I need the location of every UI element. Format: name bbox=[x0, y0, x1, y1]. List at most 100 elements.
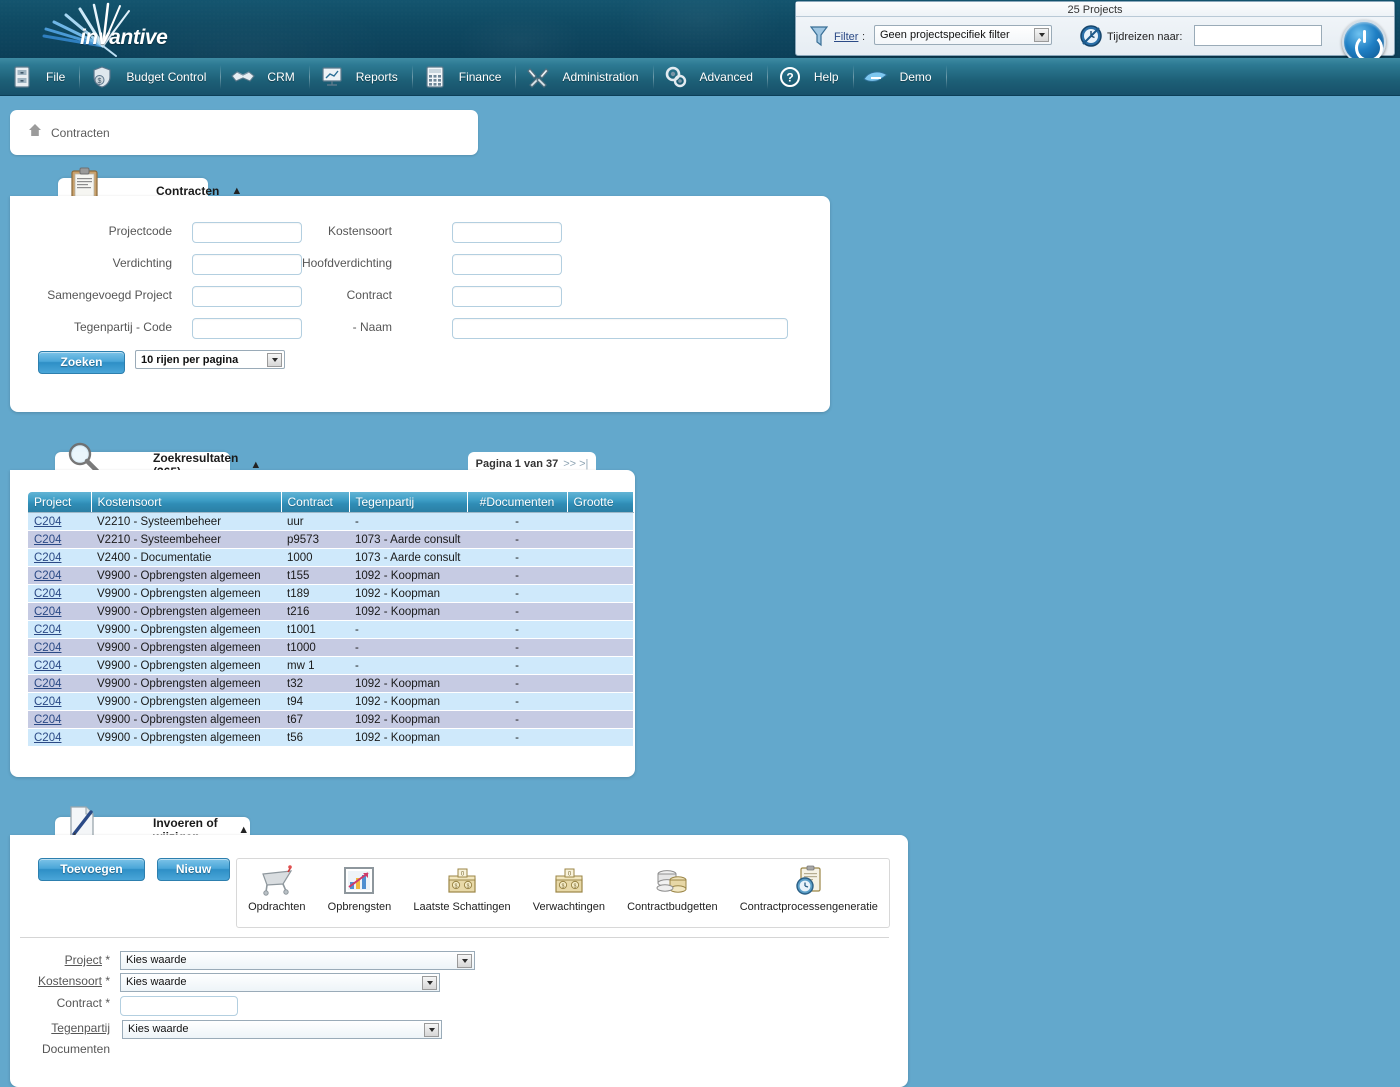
shortcut-opbrengsten[interactable]: Opbrengsten bbox=[322, 865, 398, 913]
menu-label-advanced: Advanced bbox=[699, 69, 753, 84]
column-documenten[interactable]: #Documenten bbox=[467, 492, 568, 513]
input-kostensoort[interactable] bbox=[452, 222, 562, 243]
cell-documenten: - bbox=[467, 548, 567, 567]
shortcut-laatste-schattingen[interactable]: $ $ 0 Laatste Schattingen bbox=[407, 865, 516, 913]
menu-label-administration: Administration bbox=[562, 69, 639, 84]
table-row[interactable]: C204 V9900 - Opbrengsten algemeen t32 1092 … bbox=[28, 674, 633, 693]
shortcut-verwachtingen[interactable]: $ $ 0 Verwachtingen bbox=[527, 865, 611, 913]
project-filter-select[interactable]: Geen projectspecifiek filter bbox=[874, 25, 1052, 45]
entry-label-kostensoort-text[interactable]: Kostensoort bbox=[38, 974, 102, 988]
menu-label-finance: Finance bbox=[458, 69, 502, 84]
table-row[interactable]: C204 V2210 - Systeembeheer uur - - bbox=[28, 512, 633, 531]
menu-item-reports[interactable]: Reports bbox=[310, 58, 412, 96]
menu-label-help: Help bbox=[813, 69, 839, 84]
project-link[interactable]: C204 bbox=[34, 534, 62, 546]
cell-project: C204 bbox=[28, 728, 91, 747]
entry-select-project[interactable]: Kies waarde bbox=[120, 951, 475, 970]
zoeken-button[interactable]: Zoeken bbox=[38, 351, 125, 374]
shortcut-label: Laatste Schattingen bbox=[413, 901, 511, 913]
project-link[interactable]: C204 bbox=[34, 642, 62, 654]
cell-tegenpartij: - bbox=[349, 638, 467, 657]
project-link[interactable]: C204 bbox=[34, 660, 62, 672]
cell-tegenpartij: 1092 - Koopman bbox=[349, 566, 467, 585]
project-link[interactable]: C204 bbox=[34, 678, 62, 690]
cell-tegenpartij: - bbox=[349, 656, 467, 675]
input-hoofdverdichting[interactable] bbox=[452, 254, 562, 275]
cell-grootte bbox=[567, 566, 633, 585]
shortcut-contractbudgetten[interactable]: Contractbudgetten bbox=[621, 865, 724, 913]
cell-tegenpartij: 1092 - Koopman bbox=[349, 710, 467, 729]
table-row[interactable]: C204 V9900 - Opbrengsten algemeen t216 1092… bbox=[28, 602, 633, 621]
table-row[interactable]: C204 V9900 - Opbrengsten algemeen mw 1-- bbox=[28, 656, 633, 675]
project-link[interactable]: C204 bbox=[34, 624, 62, 636]
menu-item-advanced[interactable]: Advanced bbox=[654, 58, 767, 96]
table-row[interactable]: C204 V2210 - Systeembeheer p9573 1073 - Aar… bbox=[28, 530, 633, 549]
table-row[interactable]: C204 V9900 - Opbrengsten algemeen t1001- - bbox=[28, 620, 633, 639]
handshake-icon bbox=[227, 67, 259, 87]
project-link[interactable]: C204 bbox=[34, 516, 62, 528]
entry-select-tegenpartij[interactable]: Kies waarde bbox=[122, 1020, 442, 1039]
table-row[interactable]: C204 V9900 - Opbrengsten algemeen t56 1092 … bbox=[28, 728, 633, 747]
project-link[interactable]: C204 bbox=[34, 732, 62, 744]
shortcut-contractprocessengeneratie[interactable]: Contractprocessengeneratie bbox=[734, 865, 884, 913]
menu-item-crm[interactable]: CRM bbox=[221, 58, 308, 96]
cell-contract: t216 bbox=[281, 602, 349, 621]
cell-documenten: - bbox=[467, 530, 567, 549]
menu-item-administration[interactable]: Administration bbox=[516, 58, 652, 96]
cell-contract: t155 bbox=[281, 566, 349, 585]
project-link[interactable]: C204 bbox=[34, 588, 62, 600]
entry-select-kostensoort[interactable]: Kies waarde bbox=[120, 973, 440, 992]
cell-documenten: - bbox=[467, 674, 567, 693]
label-tegenpartij-code: Tegenpartij - Code bbox=[73, 320, 172, 334]
column-kostensoort[interactable]: Kostensoort bbox=[91, 492, 282, 513]
cell-documenten: - bbox=[467, 656, 567, 675]
project-link[interactable]: C204 bbox=[34, 606, 62, 618]
chevron-down-icon[interactable] bbox=[457, 954, 472, 968]
chevron-down-icon[interactable] bbox=[422, 976, 437, 990]
table-row[interactable]: C204 V9900 - Opbrengsten algemeen t189 1092… bbox=[28, 584, 633, 603]
nieuw-button[interactable]: Nieuw bbox=[157, 858, 230, 881]
menu-item-finance[interactable]: Finance bbox=[413, 58, 516, 96]
column-grootte[interactable]: Grootte bbox=[567, 492, 634, 513]
svg-text:$: $ bbox=[573, 884, 576, 890]
rows-per-page-select[interactable]: 10 rijen per pagina bbox=[135, 350, 285, 369]
cell-grootte bbox=[567, 548, 633, 567]
shortcut-opdrachten[interactable]: Opdrachten bbox=[242, 865, 311, 913]
entry-input-contract[interactable] bbox=[120, 996, 238, 1016]
entry-label-project-text[interactable]: Project bbox=[65, 953, 102, 967]
column-contract[interactable]: Contract bbox=[281, 492, 350, 513]
cell-documenten: - bbox=[467, 710, 567, 729]
column-project[interactable]: Project bbox=[28, 492, 92, 513]
cell-documenten: - bbox=[467, 584, 567, 603]
table-row[interactable]: C204 V9900 - Opbrengsten algemeen t1000- - bbox=[28, 638, 633, 657]
project-link[interactable]: C204 bbox=[34, 714, 62, 726]
chevron-down-icon[interactable] bbox=[424, 1023, 439, 1037]
timetravel-input[interactable] bbox=[1194, 25, 1322, 46]
table-row[interactable]: C204 V9900 - Opbrengsten algemeen t94 1092 … bbox=[28, 692, 633, 711]
chevron-down-icon[interactable] bbox=[267, 353, 282, 367]
project-link[interactable]: C204 bbox=[34, 552, 62, 564]
project-link[interactable]: C204 bbox=[34, 570, 62, 582]
menu-item-help[interactable]: ? Help bbox=[768, 58, 853, 96]
home-icon[interactable] bbox=[28, 123, 42, 142]
cell-grootte bbox=[567, 656, 633, 675]
input-tegenpartij-naam[interactable] bbox=[452, 318, 788, 339]
cell-project: C204 bbox=[28, 530, 91, 549]
column-tegenpartij[interactable]: Tegenpartij bbox=[349, 492, 468, 513]
shortcut-label: Contractprocessengeneratie bbox=[739, 901, 878, 913]
table-row[interactable]: C204 V2400 - Documentatie 1000 1073 - Aarde… bbox=[28, 548, 633, 567]
toevoegen-button[interactable]: Toevoegen bbox=[38, 858, 145, 881]
entry-label-tegenpartij-text[interactable]: Tegenpartij bbox=[51, 1021, 110, 1035]
table-row[interactable]: C204 V9900 - Opbrengsten algemeen t67 1092 … bbox=[28, 710, 633, 729]
pagination-last-button[interactable]: >| bbox=[579, 458, 588, 470]
menu-item-budget-control[interactable]: $ Budget Control bbox=[80, 58, 220, 96]
project-link[interactable]: C204 bbox=[34, 696, 62, 708]
table-row[interactable]: C204 V9900 - Opbrengsten algemeen t155 1092… bbox=[28, 566, 633, 585]
filter-link[interactable]: Filter bbox=[834, 31, 858, 43]
label-samengevoegd-project: Samengevoegd Project bbox=[47, 288, 172, 302]
pagination-next-button[interactable]: >> bbox=[563, 458, 576, 470]
input-contract[interactable] bbox=[452, 286, 562, 307]
menu-item-file[interactable]: File bbox=[0, 58, 79, 96]
menu-item-demo[interactable]: Demo bbox=[854, 58, 946, 96]
chevron-down-icon[interactable] bbox=[1034, 28, 1049, 42]
